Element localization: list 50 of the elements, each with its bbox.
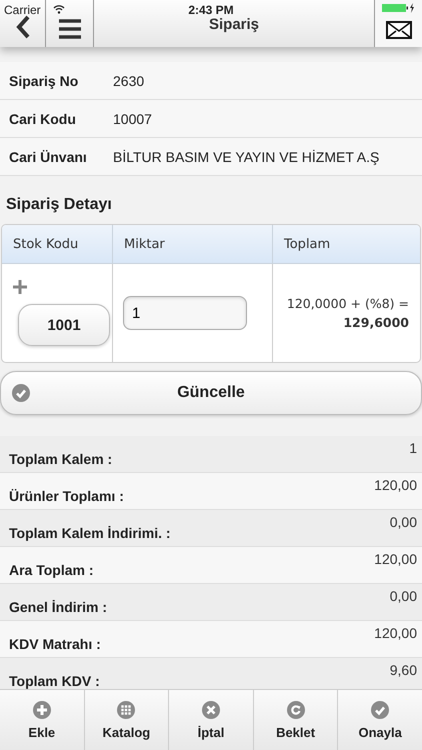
field-label: Cari Ünvanı bbox=[8, 148, 88, 164]
battery-icon bbox=[382, 3, 416, 13]
quantity-field[interactable]: 1 bbox=[123, 296, 247, 330]
toolbar-button[interactable]: Onayla bbox=[338, 690, 422, 750]
clock-label: 2:43 PM bbox=[188, 3, 234, 17]
summary-label: Ara Toplam : bbox=[9, 562, 94, 580]
summary-label: Toplam Kalem : bbox=[9, 451, 112, 469]
chevron-left-icon bbox=[14, 15, 30, 39]
summary-value: 1 bbox=[409, 439, 417, 458]
summary-value: 120,00 bbox=[374, 476, 417, 495]
field-value: BİLTUR BASIM VE YAYIN VE HİZMET A.Ş bbox=[113, 148, 380, 164]
toolbar-button[interactable]: Beklet bbox=[254, 690, 338, 750]
toolbar-button[interactable]: İptal bbox=[169, 690, 254, 750]
envelope-icon bbox=[386, 21, 412, 39]
summary-value: 0,00 bbox=[390, 587, 417, 606]
field-label: Cari Kodu bbox=[8, 110, 77, 126]
column-header: Stok Kodu bbox=[2, 225, 113, 264]
summary-value: 9,60 bbox=[390, 661, 417, 680]
summary-label: KDV Matrahı : bbox=[9, 636, 101, 654]
column-header: Miktar bbox=[113, 225, 273, 264]
total-formula: 120,0000 + (%8) = bbox=[286, 295, 409, 313]
wifi-icon bbox=[53, 4, 65, 14]
mail-button[interactable] bbox=[374, 0, 422, 47]
summary-label: Ürünler Toplamı : bbox=[9, 488, 124, 506]
update-button[interactable]: Güncelle bbox=[0, 371, 422, 415]
grid-icon bbox=[117, 700, 136, 718]
summary-label: Genel İndirim : bbox=[9, 599, 108, 617]
page-title: Sipariş bbox=[208, 16, 260, 33]
menu-icon bbox=[58, 19, 80, 39]
column-header: Toplam bbox=[273, 225, 420, 264]
check-icon bbox=[12, 384, 30, 402]
close-icon bbox=[202, 700, 220, 718]
refresh-icon bbox=[286, 700, 305, 718]
summary-label: Toplam Kalem İndirimi. : bbox=[9, 525, 171, 543]
summary-label: Toplam KDV : bbox=[9, 673, 100, 689]
plus-icon bbox=[32, 700, 51, 718]
stock-code-button[interactable]: 1001 bbox=[18, 304, 110, 346]
field-label: Sipariş No bbox=[8, 72, 80, 88]
toolbar-button[interactable]: Ekle bbox=[0, 690, 85, 750]
plus-icon[interactable] bbox=[13, 280, 27, 294]
summary-value: 120,00 bbox=[374, 550, 417, 569]
summary-value: 120,00 bbox=[374, 624, 417, 643]
total-value: 129,6000 bbox=[342, 314, 409, 332]
section-title: Sipariş Detayı bbox=[5, 195, 113, 215]
check-icon bbox=[371, 700, 390, 718]
summary-value: 0,00 bbox=[390, 513, 417, 532]
field-value: 10007 bbox=[113, 110, 152, 126]
toolbar-button[interactable]: Katalog bbox=[84, 690, 170, 750]
carrier-label: Carrier bbox=[4, 3, 41, 17]
field-value: 2630 bbox=[113, 72, 144, 88]
